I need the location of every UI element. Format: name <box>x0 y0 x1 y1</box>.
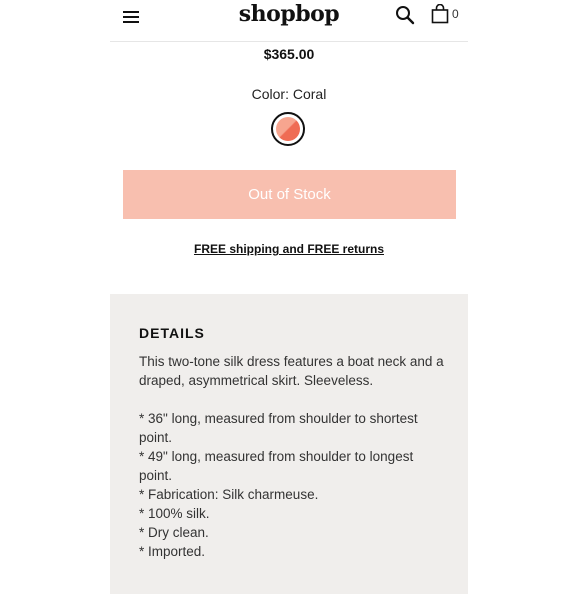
details-description: This two-tone silk dress features a boat… <box>139 354 444 388</box>
out-of-stock-button[interactable]: Out of Stock <box>123 170 456 219</box>
details-bullet: * 36" long, measured from shoulder to sh… <box>139 411 418 445</box>
search-icon[interactable] <box>395 5 415 25</box>
bag-item-count: 0 <box>452 7 459 21</box>
product-page: shopbop 0 $365.00 Color: Coral Out of St… <box>110 0 468 594</box>
color-swatch-coral[interactable] <box>271 112 305 146</box>
details-bullet: * Dry clean. <box>139 525 209 540</box>
details-bullet: * Fabrication: Silk charmeuse. <box>139 487 319 502</box>
product-price: $365.00 <box>263 46 315 62</box>
details-bullet: * Imported. <box>139 544 206 559</box>
details-section: DETAILS This two-tone silk dress feature… <box>110 294 468 594</box>
shipping-returns-text: FREE shipping and FREE returns <box>110 242 468 256</box>
top-nav-bar: shopbop 0 <box>110 0 468 42</box>
details-bullet: * 49" long, measured from shoulder to lo… <box>139 449 414 483</box>
coral-swatch-fill <box>276 117 300 141</box>
free-shipping-returns-link[interactable]: FREE shipping and FREE returns <box>194 242 384 256</box>
details-body: This two-tone silk dress features a boat… <box>139 352 449 561</box>
shopping-bag-icon[interactable] <box>431 4 449 24</box>
details-bullet: * 100% silk. <box>139 506 210 521</box>
details-heading: DETAILS <box>139 325 205 341</box>
color-label: Color: Coral <box>251 86 327 102</box>
